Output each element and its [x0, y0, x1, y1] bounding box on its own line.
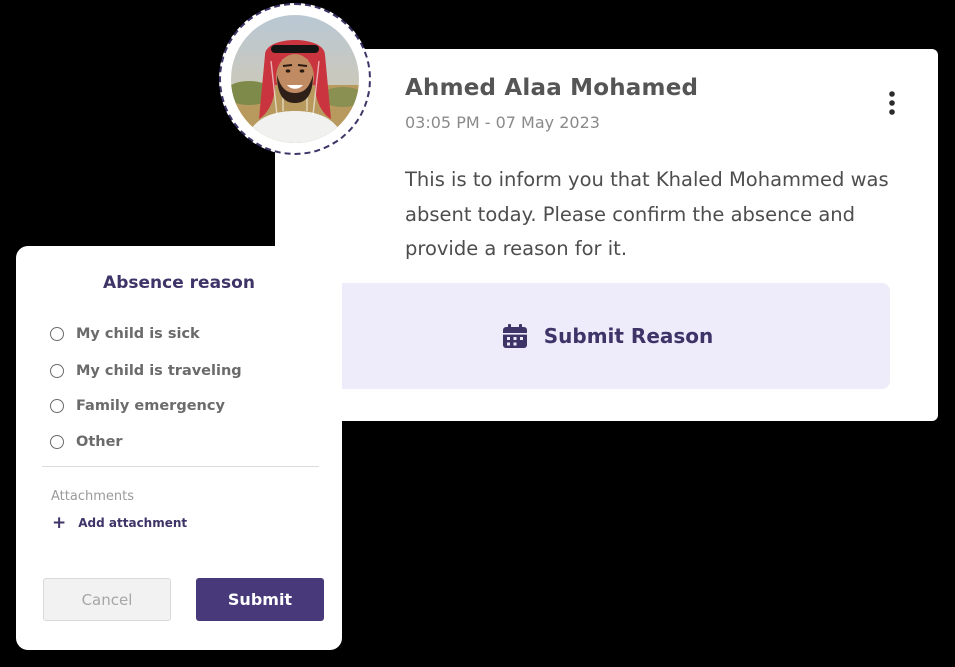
- stage: Ahmed Alaa Mohamed 03:05 PM - 07 May 202…: [0, 0, 955, 667]
- option-label: Other: [76, 434, 123, 450]
- attachments-label: Attachments: [51, 489, 134, 504]
- message-timestamp: 03:05 PM - 07 May 2023: [405, 113, 600, 132]
- submit-reason-label: Submit Reason: [543, 324, 714, 348]
- radio-icon[interactable]: [50, 364, 64, 378]
- dialog-title: Absence reason: [103, 273, 255, 293]
- cancel-button[interactable]: Cancel: [43, 578, 171, 621]
- submit-button[interactable]: Submit: [196, 578, 324, 621]
- option-label: My child is traveling: [76, 363, 242, 379]
- radio-icon[interactable]: [50, 435, 64, 449]
- option-family-emergency[interactable]: Family emergency: [50, 398, 225, 414]
- message-body: This is to inform you that Khaled Mohamm…: [405, 168, 889, 260]
- option-label: My child is sick: [76, 326, 200, 342]
- option-my-child-is-traveling[interactable]: My child is traveling: [50, 363, 242, 379]
- add-attachment-button[interactable]: + Add attachment: [52, 513, 188, 533]
- option-label: Family emergency: [76, 398, 225, 414]
- plus-icon: +: [52, 513, 67, 533]
- message-card: Ahmed Alaa Mohamed 03:05 PM - 07 May 202…: [275, 49, 938, 421]
- avatar-photo: [231, 15, 359, 143]
- more-options-button[interactable]: [881, 89, 903, 119]
- submit-reason-button[interactable]: Submit Reason: [325, 283, 890, 389]
- option-my-child-is-sick[interactable]: My child is sick: [50, 326, 200, 342]
- absence-reason-dialog: Absence reason My child is sick My child…: [16, 246, 342, 650]
- sender-name: Ahmed Alaa Mohamed: [405, 75, 699, 101]
- radio-icon[interactable]: [50, 399, 64, 413]
- option-other[interactable]: Other: [50, 434, 123, 450]
- avatar: [219, 3, 371, 155]
- radio-icon[interactable]: [50, 327, 64, 341]
- divider: [42, 466, 319, 467]
- add-attachment-label: Add attachment: [78, 516, 188, 530]
- calendar-icon: [502, 324, 527, 348]
- more-vertical-icon: [889, 91, 895, 115]
